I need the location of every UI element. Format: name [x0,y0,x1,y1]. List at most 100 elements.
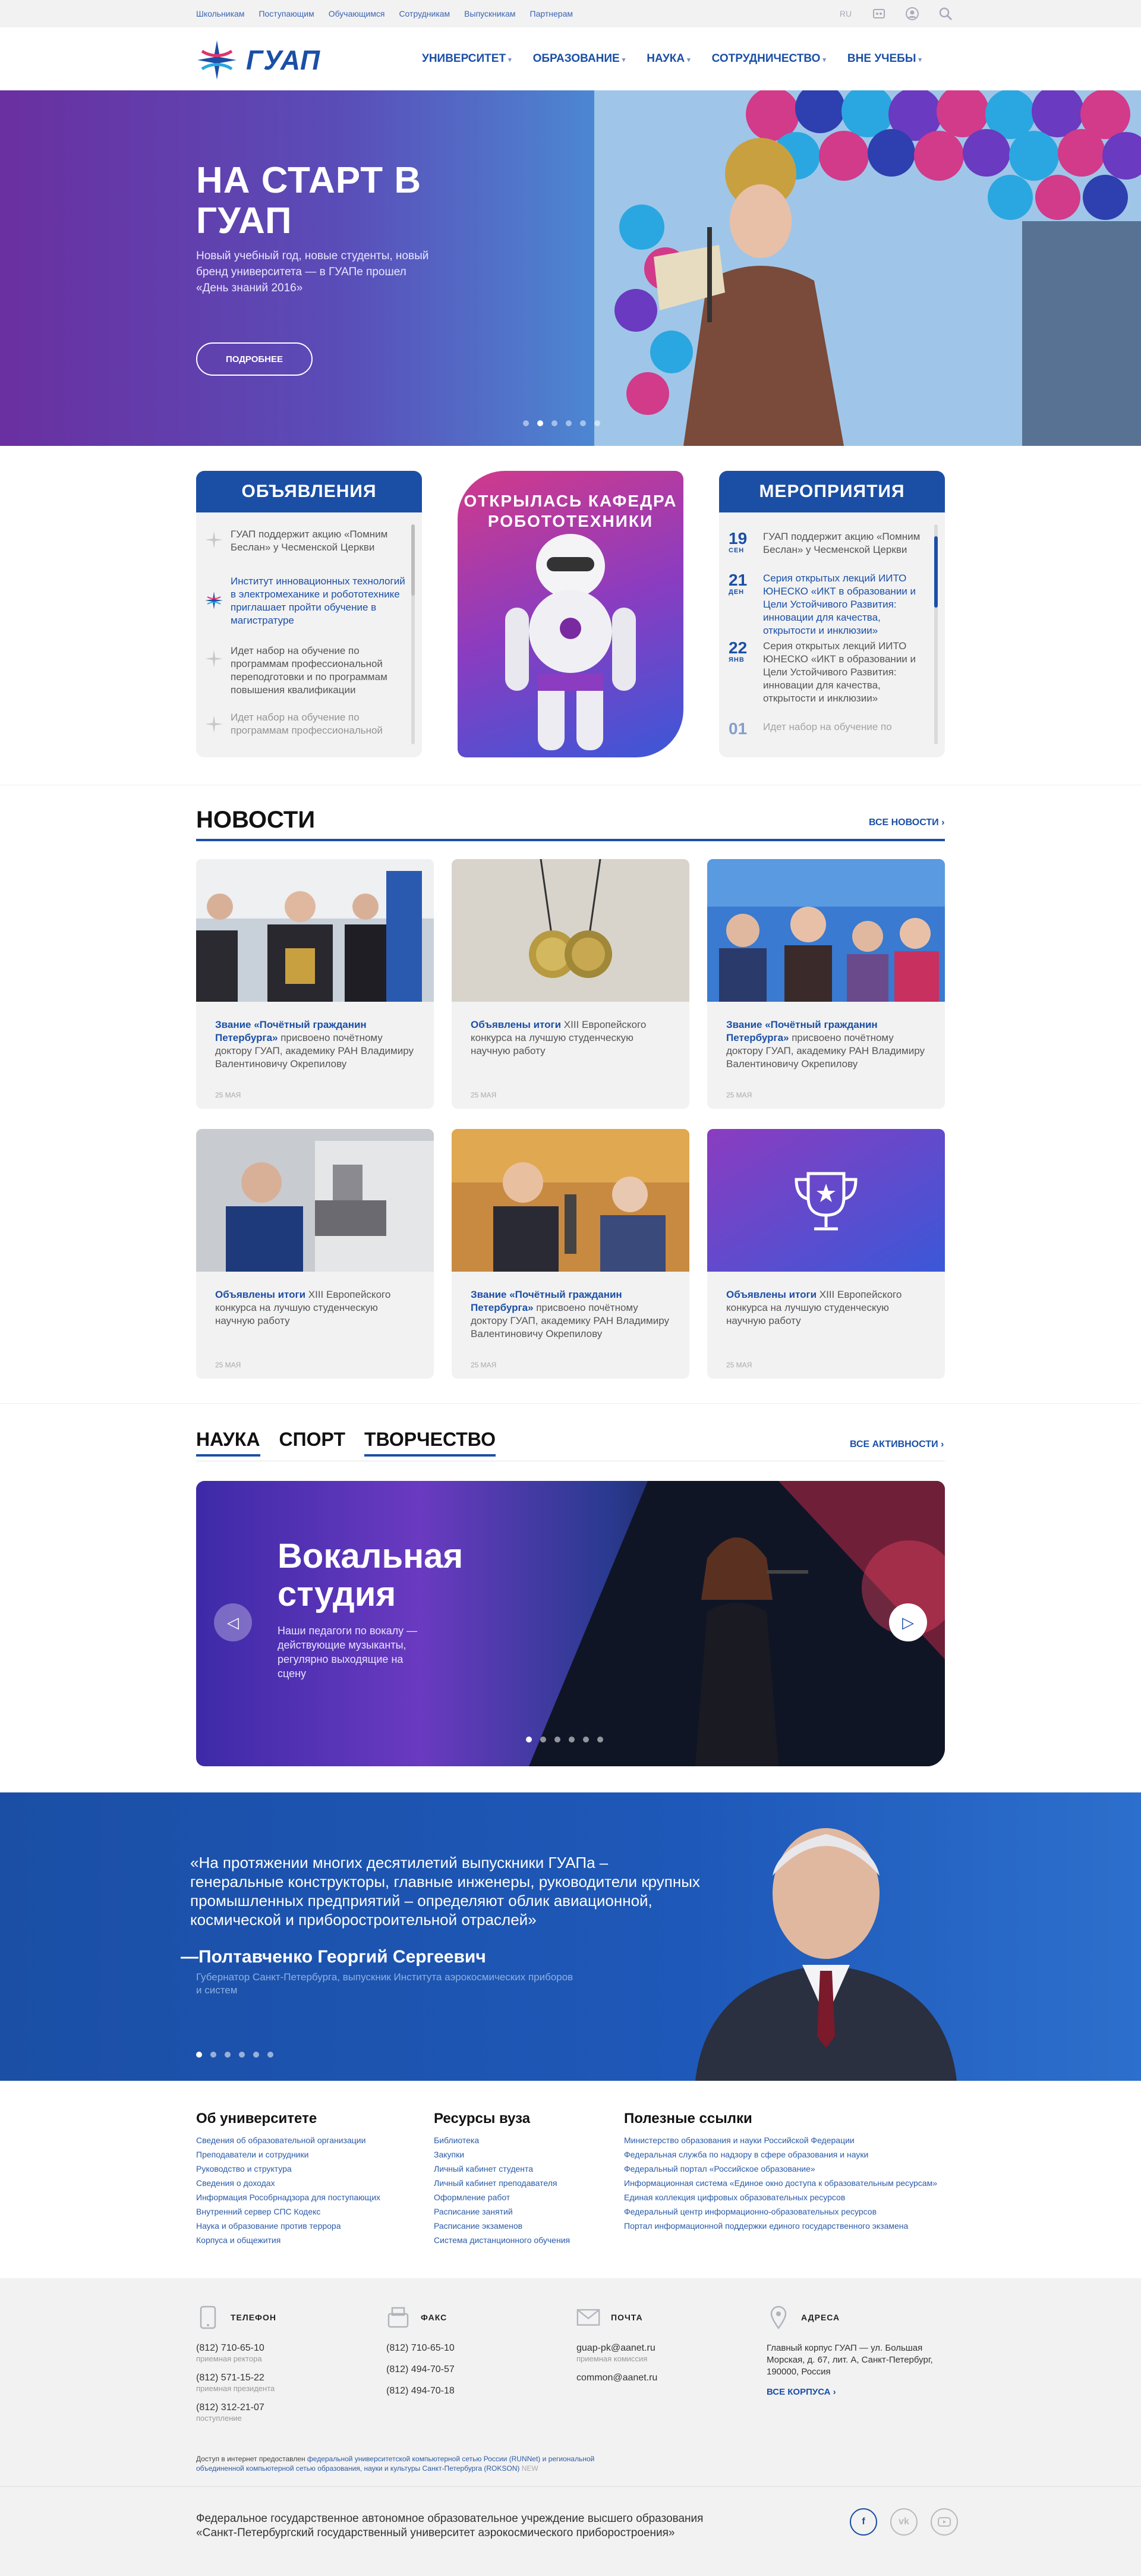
phone-number[interactable]: (812) 312-21-07 [196,2402,276,2414]
quote-dot[interactable] [239,2052,245,2058]
all-buildings-link[interactable]: ВСЕ КОРПУСА › [767,2386,939,2398]
footer-link[interactable]: Система дистанционного обучения [434,2233,570,2247]
vk-icon[interactable]: vk [890,2508,918,2536]
hero-dot[interactable] [523,420,529,426]
hero-pagination [523,420,600,426]
footer-link[interactable]: Сведения об образовательной организации [196,2133,380,2147]
language-switch[interactable]: RU [838,6,853,21]
slider-dot[interactable] [526,1737,532,1743]
quote-dot[interactable] [210,2052,216,2058]
footer-link[interactable]: Единая коллекция цифровых образовательны… [624,2190,937,2204]
nav-item-cooperation[interactable]: СОТРУДНИЧЕСТВО ▾ [712,52,826,65]
slider-prev-button[interactable]: ◁ [214,1603,252,1641]
contact-caption: поступление [196,2414,242,2423]
footer-link[interactable]: Федеральный центр информационно-образова… [624,2204,937,2219]
footer-link[interactable]: Министерство образования и науки Российс… [624,2133,937,2147]
all-news-link[interactable]: ВСЕ НОВОСТИ › [869,817,944,828]
youtube-icon[interactable] [931,2508,958,2536]
footer-link[interactable]: Библиотека [434,2133,570,2147]
chevron-down-icon: ▾ [822,56,826,64]
fax-number[interactable]: (812) 494-70-57 [386,2364,455,2376]
audience-link[interactable]: Сотрудникам [399,9,450,18]
footer-link[interactable]: Руководство и структура [196,2162,380,2176]
hero-dot[interactable] [537,420,543,426]
slider-dot[interactable] [554,1737,560,1743]
quote-dot[interactable] [253,2052,259,2058]
footer-link[interactable]: Федеральный портал «Российское образован… [624,2162,937,2176]
quote-dot[interactable] [196,2052,202,2058]
performer-image [654,138,844,446]
contact-phone: ТЕЛЕФОН (812) 710-65-10 приемная ректора… [196,2305,276,2432]
footer-link[interactable]: Расписание экзаменов [434,2219,570,2233]
promo-card-robotics[interactable]: ОТКРЫЛАСЬ КАФЕДРА РОБОТОТЕХНИКИ [458,471,683,757]
footer-link[interactable]: Федеральная служба по надзору в сфере об… [624,2147,937,2162]
audience-link[interactable]: Партнерам [530,9,573,18]
audience-link[interactable]: Поступающим [259,9,314,18]
news-card[interactable]: Звание «Почётный гражданин Петербурга» п… [707,859,945,1109]
quote-dot[interactable] [267,2052,273,2058]
email-link[interactable]: common@aanet.ru [576,2372,657,2384]
hero-more-button[interactable]: ПОДРОБНЕЕ [196,342,313,376]
news-card[interactable]: Звание «Почётный гражданин Петербурга» п… [196,859,434,1109]
footer-link[interactable]: Сведения о доходах [196,2176,380,2190]
footer-link[interactable]: Информация Рособрнадзора для поступающих [196,2190,380,2204]
audience-link[interactable]: Школьникам [196,9,244,18]
announcement-item[interactable]: Институт инновационных технологий в элек… [231,575,409,627]
announcement-item[interactable]: ГУАП поддержит акцию «Помним Беслан» у Ч… [231,528,409,554]
news-card[interactable]: Объявлены итоги XIII Европейского конкур… [452,859,689,1109]
phone-number[interactable]: (812) 571-15-22 [196,2372,276,2384]
top-icons: RU [838,6,953,21]
footer-link[interactable]: Оформление работ [434,2190,570,2204]
star-logo-icon [205,715,223,733]
accessibility-icon[interactable] [871,6,887,21]
news-image [452,859,689,1002]
slider-dot[interactable] [597,1737,603,1743]
scrollbar-thumb[interactable] [411,524,415,596]
tab-sport[interactable]: СПОРТ [279,1429,345,1457]
hero-dot[interactable] [566,420,572,426]
fax-number[interactable]: (812) 710-65-10 [386,2342,455,2354]
footer-link[interactable]: Расписание занятий [434,2204,570,2219]
footer-link[interactable]: Наука и образование против террора [196,2219,380,2233]
announcement-item[interactable]: Идет набор на обучение по программам про… [231,711,409,737]
hero-dot[interactable] [580,420,586,426]
footer-link[interactable]: Внутренний сервер СПС Кодекс [196,2204,380,2219]
quote-dot[interactable] [225,2052,231,2058]
tab-science[interactable]: НАУКА [196,1429,260,1457]
phone-number[interactable]: (812) 710-65-10 [196,2342,276,2354]
logo[interactable]: ГУАП [196,39,320,81]
audience-link[interactable]: Обучающимся [329,9,385,18]
footer-link[interactable]: Личный кабинет преподавателя [434,2176,570,2190]
hero-dot[interactable] [551,420,557,426]
footer-link[interactable]: Личный кабинет студента [434,2162,570,2176]
hero-banner: НА СТАРТ В ГУАП Новый учебный год, новые… [0,90,1141,446]
slider-dot[interactable] [569,1737,575,1743]
all-activities-link[interactable]: ВСЕ АКТИВНОСТИ › [850,1439,944,1450]
slider-dot[interactable] [583,1737,589,1743]
announcement-item[interactable]: Идет набор на обучение по программам про… [231,644,409,697]
scrollbar-thumb[interactable] [934,536,938,608]
search-icon[interactable] [938,6,953,21]
footer-link[interactable]: Информационная система «Единое окно дост… [624,2176,937,2190]
slider-next-button[interactable]: ▷ [889,1603,927,1641]
nav-item-extracurricular[interactable]: ВНЕ УЧЕБЫ ▾ [847,52,922,65]
fax-number[interactable]: (812) 494-70-18 [386,2385,455,2397]
footer-link[interactable]: Закупки [434,2147,570,2162]
footer-link[interactable]: Корпуса и общежития [196,2233,380,2247]
news-card[interactable]: Объявлены итоги XIII Европейского конкур… [707,1129,945,1379]
tab-creativity[interactable]: ТВОРЧЕСТВО [364,1429,496,1457]
nav-item-science[interactable]: НАУКА ▾ [647,52,690,65]
news-card[interactable]: Звание «Почётный гражданин Петербурга» п… [452,1129,689,1379]
footer-link[interactable]: Портал информационной поддержки единого … [624,2219,937,2233]
news-card[interactable]: Объявлены итоги XIII Европейского конкур… [196,1129,434,1379]
footer-link[interactable]: Преподаватели и сотрудники [196,2147,380,2162]
slider-dot[interactable] [540,1737,546,1743]
hero-dot[interactable] [594,420,600,426]
user-icon[interactable] [904,6,920,21]
nav-item-university[interactable]: УНИВЕРСИТЕТ ▾ [422,52,512,65]
news-image [452,1129,689,1272]
nav-item-education[interactable]: ОБРАЗОВАНИЕ ▾ [533,52,626,65]
audience-link[interactable]: Выпускникам [464,9,515,18]
email-link[interactable]: guap-pk@aanet.ru [576,2342,657,2354]
facebook-icon[interactable]: f [850,2508,877,2536]
